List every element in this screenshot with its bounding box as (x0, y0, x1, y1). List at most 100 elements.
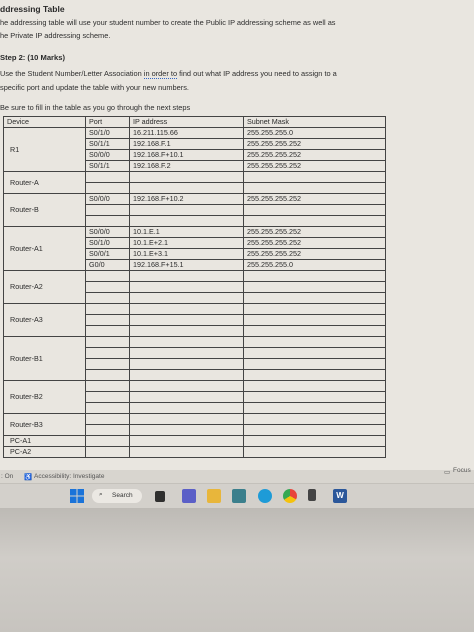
ip-cell[interactable] (129, 391, 244, 403)
ip-cell[interactable] (129, 336, 244, 348)
ip-cell[interactable] (129, 204, 244, 216)
port-cell[interactable]: S0/0/1 (85, 248, 130, 260)
port-cell[interactable] (85, 204, 130, 216)
focus-label[interactable]: Focus (453, 467, 471, 474)
mask-cell[interactable] (243, 446, 386, 458)
teams-icon[interactable] (182, 489, 196, 503)
device-cell[interactable]: R1 (3, 127, 86, 172)
port-cell[interactable] (85, 413, 130, 425)
ip-cell[interactable] (129, 402, 244, 414)
port-cell[interactable]: G0/0 (85, 259, 130, 271)
port-cell[interactable] (85, 424, 130, 436)
device-cell[interactable]: Router-A1 (3, 226, 86, 271)
ip-cell[interactable] (129, 380, 244, 392)
ip-cell[interactable] (129, 347, 244, 359)
mask-cell[interactable] (243, 325, 386, 337)
device-cell[interactable]: Router-A (3, 171, 86, 194)
device-cell[interactable]: Router-B1 (3, 336, 86, 381)
mask-cell[interactable]: 255.255.255.252 (243, 226, 386, 238)
taskbar-search[interactable]: ⌕ Search (92, 489, 142, 503)
port-cell[interactable] (85, 380, 130, 392)
mask-cell[interactable]: 255.255.255.252 (243, 138, 386, 150)
ip-cell[interactable] (129, 358, 244, 370)
ip-cell[interactable]: 192.168.F+15.1 (129, 259, 244, 271)
ip-cell[interactable] (129, 292, 244, 304)
mask-cell[interactable] (243, 171, 386, 183)
mask-cell[interactable]: 255.255.255.0 (243, 259, 386, 271)
port-cell[interactable] (85, 347, 130, 359)
ip-cell[interactable] (129, 182, 244, 194)
device-cell[interactable]: PC-A1 (3, 435, 86, 447)
port-cell[interactable] (85, 336, 130, 348)
port-cell[interactable] (85, 314, 130, 326)
device-cell[interactable]: PC-A2 (3, 446, 86, 458)
mask-cell[interactable]: 255.255.255.252 (243, 160, 386, 172)
port-cell[interactable]: S0/1/0 (85, 127, 130, 139)
accessibility-icon[interactable]: ♿ (24, 473, 32, 481)
mask-cell[interactable] (243, 270, 386, 282)
ip-cell[interactable] (129, 369, 244, 381)
ip-cell[interactable]: 192.168.F+10.1 (129, 149, 244, 161)
mask-cell[interactable] (243, 336, 386, 348)
port-cell[interactable] (85, 325, 130, 337)
ip-cell[interactable] (129, 446, 244, 458)
accessibility-status[interactable]: Accessibility: Investigate (34, 473, 104, 480)
port-cell[interactable] (85, 270, 130, 282)
ip-cell[interactable]: 16.211.115.66 (129, 127, 244, 139)
mask-cell[interactable] (243, 435, 386, 447)
mask-cell[interactable] (243, 380, 386, 392)
mask-cell[interactable] (243, 204, 386, 216)
ip-cell[interactable]: 192.168.F.2 (129, 160, 244, 172)
ip-cell[interactable]: 10.1.E+2.1 (129, 237, 244, 249)
port-cell[interactable] (85, 435, 130, 447)
port-cell[interactable] (85, 402, 130, 414)
mask-cell[interactable] (243, 424, 386, 436)
port-cell[interactable]: S0/0/0 (85, 226, 130, 238)
port-cell[interactable]: S0/0/0 (85, 149, 130, 161)
port-cell[interactable] (85, 182, 130, 194)
ip-cell[interactable]: 10.1.E.1 (129, 226, 244, 238)
port-cell[interactable] (85, 369, 130, 381)
mask-cell[interactable]: 255.255.255.252 (243, 149, 386, 161)
port-cell[interactable] (85, 303, 130, 315)
ip-cell[interactable]: 192.168.F+10.2 (129, 193, 244, 205)
ip-cell[interactable] (129, 325, 244, 337)
ip-cell[interactable] (129, 171, 244, 183)
port-cell[interactable] (85, 281, 130, 293)
mask-cell[interactable] (243, 182, 386, 194)
file-explorer-icon[interactable] (207, 489, 221, 503)
ip-cell[interactable] (129, 435, 244, 447)
edge-icon[interactable] (258, 489, 272, 503)
ip-cell[interactable] (129, 281, 244, 293)
ip-cell[interactable] (129, 303, 244, 315)
port-cell[interactable]: S0/0/0 (85, 193, 130, 205)
device-cell[interactable]: Router-B (3, 193, 86, 227)
word-icon[interactable]: W (333, 489, 347, 503)
port-cell[interactable]: S0/1/1 (85, 138, 130, 150)
mask-cell[interactable] (243, 402, 386, 414)
mask-cell[interactable] (243, 413, 386, 425)
mask-cell[interactable] (243, 303, 386, 315)
chrome-icon[interactable] (283, 489, 297, 503)
ip-cell[interactable]: 192.168.F.1 (129, 138, 244, 150)
task-view-icon[interactable] (155, 491, 165, 502)
port-cell[interactable] (85, 358, 130, 370)
mask-cell[interactable] (243, 369, 386, 381)
port-cell[interactable] (85, 391, 130, 403)
port-cell[interactable] (85, 215, 130, 227)
mask-cell[interactable]: 255.255.255.0 (243, 127, 386, 139)
port-cell[interactable] (85, 292, 130, 304)
mask-cell[interactable] (243, 281, 386, 293)
app-icon[interactable] (308, 489, 316, 501)
device-cell[interactable]: Router-B2 (3, 380, 86, 414)
focus-icon[interactable]: ▭ (444, 468, 450, 476)
ip-cell[interactable] (129, 270, 244, 282)
ip-cell[interactable] (129, 215, 244, 227)
mask-cell[interactable]: 255.255.255.252 (243, 237, 386, 249)
mask-cell[interactable] (243, 215, 386, 227)
mask-cell[interactable] (243, 292, 386, 304)
device-cell[interactable]: Router-A3 (3, 303, 86, 337)
ip-cell[interactable] (129, 413, 244, 425)
device-cell[interactable]: Router-A2 (3, 270, 86, 304)
mask-cell[interactable] (243, 314, 386, 326)
